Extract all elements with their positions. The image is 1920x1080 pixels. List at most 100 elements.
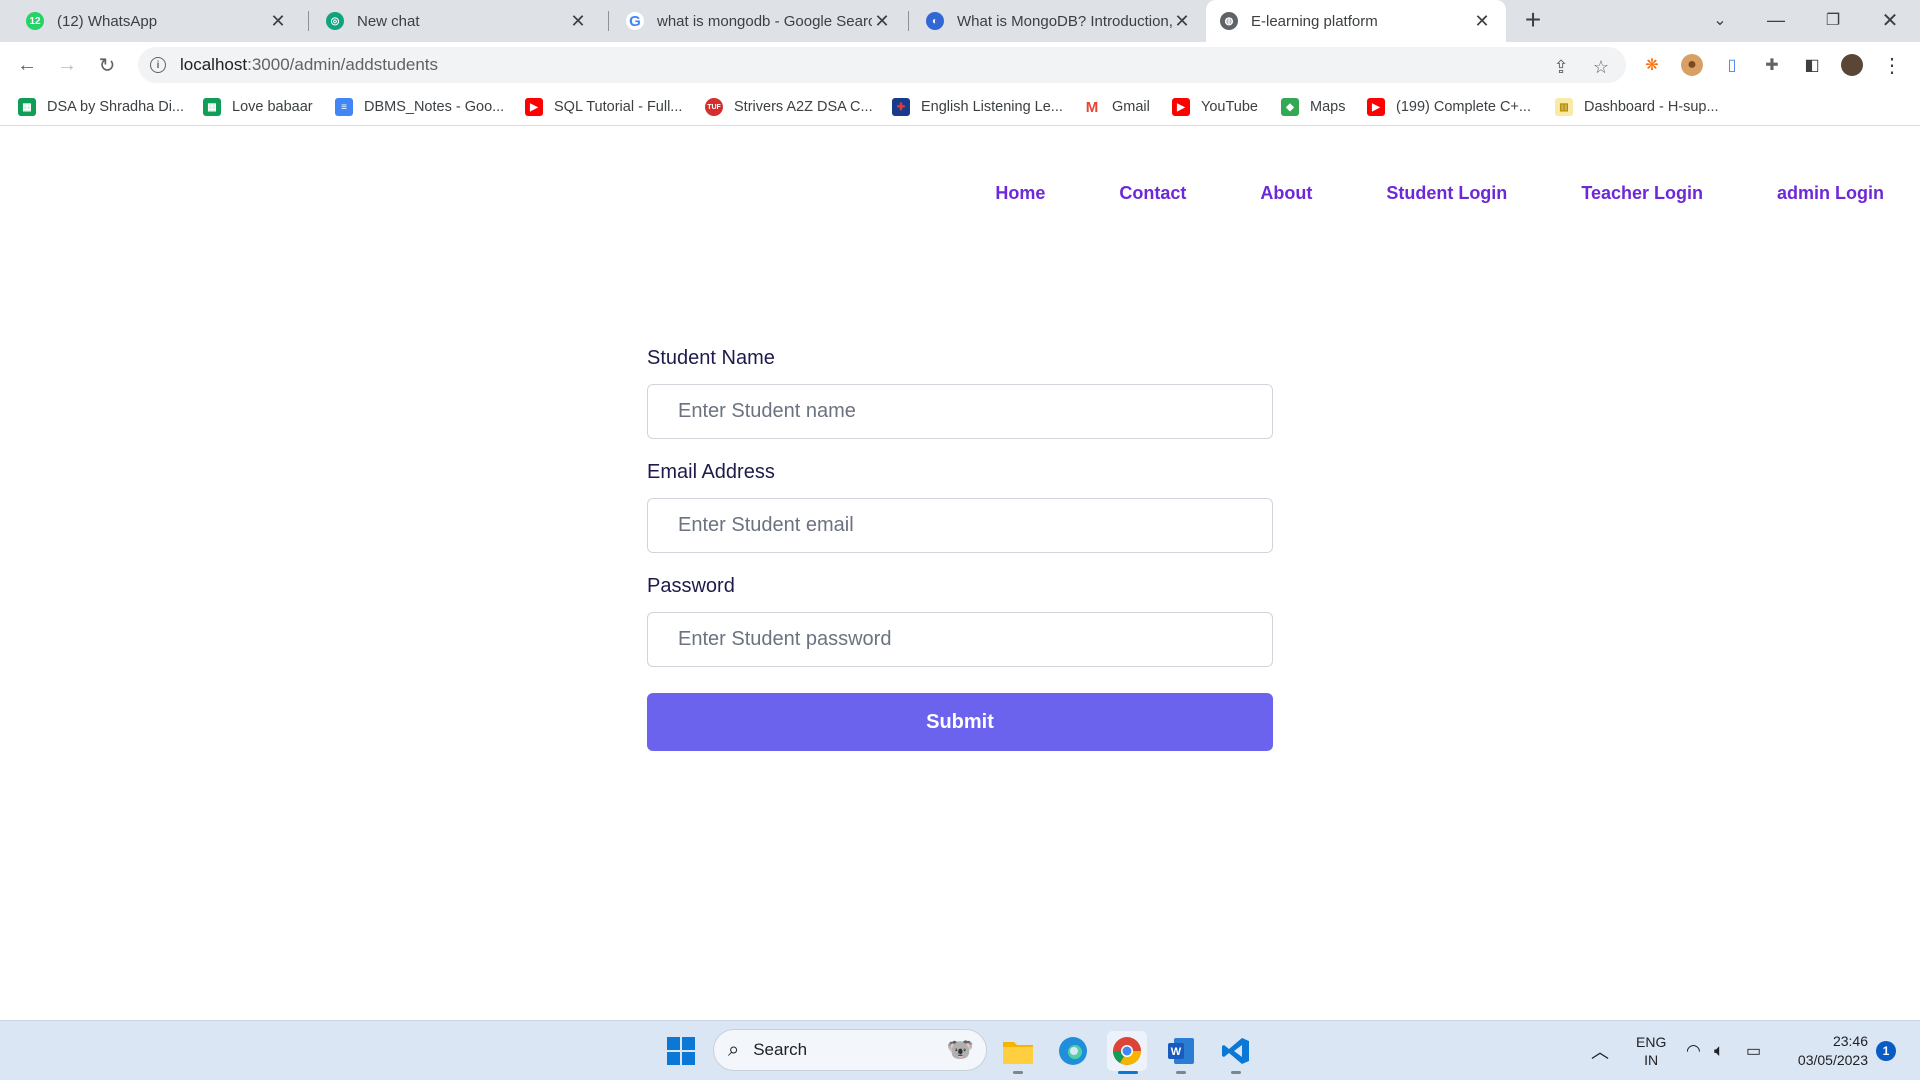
nav-admin-login[interactable]: admin Login — [1777, 183, 1884, 204]
edge-icon[interactable] — [1053, 1031, 1093, 1071]
menu-kebab-icon[interactable]: ⋮ — [1881, 54, 1903, 77]
nav-about[interactable]: About — [1260, 183, 1312, 204]
extension-fire-icon[interactable]: ❋ — [1641, 54, 1663, 76]
bookmark-label: DBMS_Notes - Goo... — [364, 99, 505, 115]
search-highlight-koala-icon: 🐨 — [946, 1037, 974, 1062]
bookmark-item[interactable]: ▦ Love babaar — [203, 96, 313, 118]
email-input[interactable] — [647, 498, 1273, 553]
url-host: localhost — [180, 55, 248, 74]
clock[interactable]: 23:46 03/05/2023 — [1788, 1021, 1868, 1080]
notification-badge[interactable]: 1 — [1876, 1041, 1896, 1061]
password-label: Password — [647, 575, 735, 597]
restore-icon[interactable]: ❐ — [1805, 0, 1861, 40]
youtube-icon: ▶ — [1172, 98, 1190, 116]
file-explorer-icon[interactable] — [998, 1031, 1038, 1071]
site-navbar: Home Contact About Student Login Teacher… — [921, 183, 1884, 204]
whatsapp-icon: 12 — [26, 12, 44, 30]
chatgpt-icon: ◎ — [326, 12, 344, 30]
tab-divider — [608, 11, 609, 31]
tab-whatsapp[interactable]: 12 (12) WhatsApp ✕ — [12, 0, 302, 42]
bookmark-item[interactable]: TUF Strivers A2Z DSA C... — [705, 96, 873, 118]
running-indicator — [1013, 1071, 1023, 1074]
vscode-icon[interactable] — [1216, 1031, 1256, 1071]
forward-icon[interactable]: → — [53, 51, 81, 79]
address-bar[interactable]: i localhost:3000/admin/addstudents ⇪ ☆ — [138, 47, 1626, 83]
chrome-icon[interactable] — [1107, 1031, 1147, 1071]
tab-elearning[interactable]: ◍ E-learning platform ✕ — [1206, 0, 1506, 42]
running-indicator — [1176, 1071, 1186, 1074]
cookie-icon[interactable]: ● — [1681, 54, 1703, 76]
extension-page-icon[interactable]: ▯ — [1721, 54, 1743, 76]
clock-date: 03/05/2023 — [1797, 1052, 1868, 1068]
tuf-icon: TUF — [705, 98, 723, 116]
battery-icon[interactable]: ▭ — [1746, 1021, 1761, 1080]
bookmark-star-icon[interactable]: ☆ — [1590, 56, 1612, 78]
volume-icon[interactable]: 🔈︎ — [1714, 1021, 1724, 1080]
bookmark-item[interactable]: ◆ Maps — [1281, 96, 1345, 118]
bookmark-item[interactable]: ▥ Dashboard - H-sup... — [1555, 96, 1719, 118]
site-info-icon[interactable]: i — [150, 57, 166, 73]
lang-line1: ENG — [1636, 1034, 1667, 1050]
google-icon: G — [626, 12, 644, 30]
show-hidden-icons-chevron[interactable]: ︿ — [1591, 1021, 1609, 1080]
reload-icon[interactable]: ↻ — [93, 51, 121, 79]
extensions-puzzle-icon[interactable]: ✚ — [1761, 54, 1783, 76]
password-input[interactable] — [647, 612, 1273, 667]
bookmark-item[interactable]: ✚ English Listening Le... — [892, 96, 1063, 118]
nav-contact[interactable]: Contact — [1119, 183, 1186, 204]
bookmark-label: (199) Complete C+... — [1396, 99, 1531, 115]
email-label: Email Address — [647, 461, 775, 483]
bookmark-item[interactable]: ▶ YouTube — [1172, 96, 1258, 118]
running-indicator — [1231, 1071, 1241, 1074]
active-indicator — [1118, 1071, 1138, 1074]
bookmark-label: Love babaar — [232, 99, 313, 115]
minimize-icon[interactable]: — — [1748, 0, 1804, 40]
youtube-icon: ▶ — [1367, 98, 1385, 116]
browser-toolbar: ← → ↻ i localhost:3000/admin/addstudents… — [0, 42, 1920, 88]
tab-title: E-learning platform — [1251, 12, 1378, 30]
bookmark-item[interactable]: ▶ SQL Tutorial - Full... — [525, 96, 682, 118]
bookmark-item[interactable]: ▦ DSA by Shradha Di... — [18, 96, 184, 118]
bookmark-label: Maps — [1310, 99, 1346, 115]
tab-search-chevron-icon[interactable]: ⌄ — [1692, 0, 1748, 40]
bookmark-item[interactable]: ▶ (199) Complete C+... — [1367, 96, 1531, 118]
nav-teacher-login[interactable]: Teacher Login — [1581, 183, 1703, 204]
profile-avatar[interactable] — [1841, 54, 1863, 76]
close-window-icon[interactable]: ✕ — [1862, 0, 1918, 40]
close-tab-icon[interactable]: ✕ — [568, 11, 588, 32]
word-icon[interactable]: W — [1161, 1031, 1201, 1071]
dashboard-icon: ▥ — [1555, 98, 1573, 116]
tab-google-search[interactable]: G what is mongodb - Google Search ✕ — [612, 0, 906, 42]
wifi-icon[interactable]: ◠ — [1686, 1021, 1701, 1080]
tab-new-chat[interactable]: ◎ New chat ✕ — [312, 0, 602, 42]
url-text: localhost:3000/admin/addstudents — [180, 55, 438, 75]
globe-icon: ◍ — [1220, 12, 1238, 30]
bookmark-item[interactable]: ≡ DBMS_Notes - Goo... — [335, 96, 504, 118]
tab-mongodb-intro[interactable]: ◐ What is MongoDB? Introduction, ✕ — [912, 0, 1206, 42]
tab-title: What is MongoDB? Introduction, — [957, 12, 1172, 30]
close-tab-icon[interactable]: ✕ — [1172, 11, 1192, 32]
taskbar-search[interactable]: ⌕ Search 🐨 — [713, 1029, 987, 1071]
url-path: :3000/admin/addstudents — [247, 55, 439, 74]
bookmark-label: English Listening Le... — [921, 99, 1063, 115]
windows-taskbar: ⌕ Search 🐨 W ︿ ENG IN ◠ 🔈︎ ▭ 23:46 03/05… — [0, 1020, 1920, 1080]
windows-start-icon[interactable] — [661, 1031, 701, 1071]
share-icon[interactable]: ⇪ — [1550, 56, 1572, 78]
submit-button[interactable]: Submit — [647, 693, 1273, 751]
close-tab-icon[interactable]: ✕ — [268, 11, 288, 32]
search-icon: ⌕ — [728, 1038, 740, 1061]
close-tab-icon[interactable]: ✕ — [872, 11, 892, 32]
tab-divider — [308, 11, 309, 31]
bookmark-label: Strivers A2Z DSA C... — [734, 99, 873, 115]
language-indicator[interactable]: ENG IN — [1636, 1021, 1666, 1080]
back-icon[interactable]: ← — [13, 51, 41, 79]
student-name-input[interactable] — [647, 384, 1273, 439]
new-tab-icon[interactable]: + — [1518, 6, 1548, 36]
side-panel-icon[interactable]: ◧ — [1801, 54, 1823, 76]
close-tab-icon[interactable]: ✕ — [1472, 11, 1492, 32]
nav-student-login[interactable]: Student Login — [1386, 183, 1507, 204]
docs-icon: ≡ — [335, 98, 353, 116]
tab-divider — [908, 11, 909, 31]
nav-home[interactable]: Home — [995, 183, 1045, 204]
bookmark-item[interactable]: M Gmail — [1083, 96, 1150, 118]
